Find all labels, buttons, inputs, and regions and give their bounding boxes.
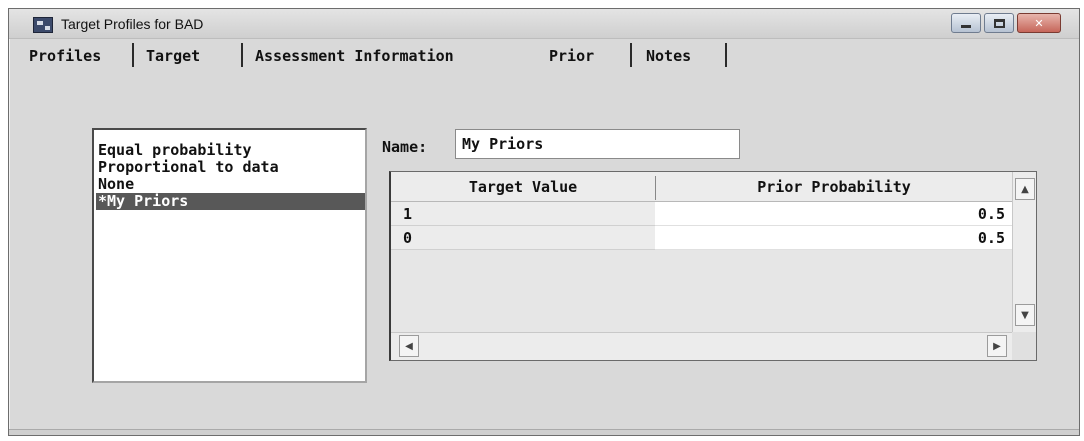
tab-strip: Profiles Target Assessment Information P… xyxy=(9,39,1079,73)
close-icon: ✕ xyxy=(1034,16,1044,30)
tab-divider xyxy=(725,43,727,67)
maximize-icon xyxy=(993,18,1005,28)
list-item-my-priors[interactable]: *My Priors xyxy=(96,193,365,210)
table-row: 1 0.5 xyxy=(391,202,1013,226)
window-bottom-edge xyxy=(9,429,1079,435)
tab-notes[interactable]: Notes xyxy=(646,41,691,71)
scroll-up-icon[interactable]: ▲ xyxy=(1015,178,1035,200)
name-input[interactable]: My Priors xyxy=(455,129,740,159)
tab-target[interactable]: Target xyxy=(146,41,200,71)
prior-probability-cell[interactable]: 0.5 xyxy=(655,226,1013,250)
title-bar[interactable]: Target Profiles for BAD ✕ xyxy=(9,9,1079,39)
grid-header: Target Value Prior Probability xyxy=(391,172,1013,202)
scroll-left-icon[interactable]: ◀ xyxy=(399,335,419,357)
scroll-right-icon[interactable]: ▶ xyxy=(987,335,1007,357)
grid-empty-area xyxy=(391,250,1013,332)
scroll-down-icon[interactable]: ▼ xyxy=(1015,304,1035,326)
window-title: Target Profiles for BAD xyxy=(61,16,204,32)
prior-probability-grid: Target Value Prior Probability 1 0.5 0 0… xyxy=(389,171,1037,361)
tab-prior[interactable]: Prior xyxy=(549,41,594,71)
column-header-target-value[interactable]: Target Value xyxy=(391,172,655,202)
minimize-icon xyxy=(961,24,971,28)
tab-divider xyxy=(630,43,632,67)
list-item-proportional-to-data[interactable]: Proportional to data xyxy=(96,159,365,176)
tab-assessment-information[interactable]: Assessment Information xyxy=(255,41,454,71)
tab-divider xyxy=(241,43,243,67)
table-row: 0 0.5 xyxy=(391,226,1013,250)
column-header-prior-probability[interactable]: Prior Probability xyxy=(655,172,1013,202)
list-item-none[interactable]: None xyxy=(96,176,365,193)
target-value-cell[interactable]: 1 xyxy=(391,202,655,226)
name-label: Name: xyxy=(382,138,428,156)
app-icon xyxy=(33,17,53,33)
vertical-scrollbar[interactable]: ▲ ▼ xyxy=(1012,172,1036,332)
minimize-button[interactable] xyxy=(951,13,981,33)
prior-probability-cell[interactable]: 0.5 xyxy=(655,202,1013,226)
maximize-button[interactable] xyxy=(984,13,1014,33)
close-button[interactable]: ✕ xyxy=(1017,13,1061,33)
target-value-cell[interactable]: 0 xyxy=(391,226,655,250)
horizontal-scrollbar[interactable]: ◀ ▶ xyxy=(391,332,1013,360)
tab-divider xyxy=(132,43,134,67)
tab-profiles[interactable]: Profiles xyxy=(29,41,101,71)
prior-profile-list[interactable]: Equal probability Proportional to data N… xyxy=(92,128,367,383)
list-item-equal-probability[interactable]: Equal probability xyxy=(96,142,365,159)
scrollbar-corner xyxy=(1012,332,1036,360)
